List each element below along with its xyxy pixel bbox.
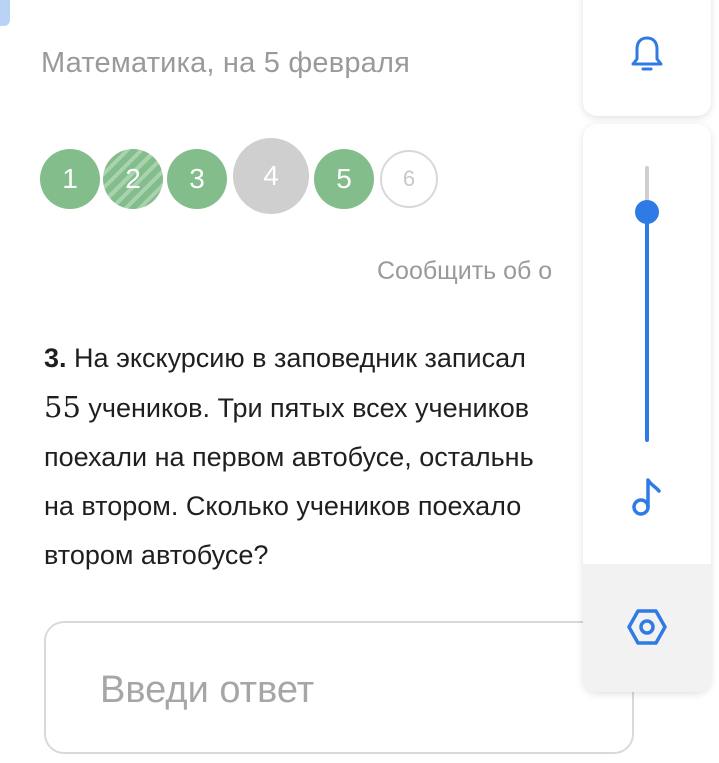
bell-icon[interactable] (630, 35, 664, 71)
settings-button[interactable] (583, 564, 711, 692)
step-5[interactable]: 5 (314, 149, 374, 209)
volume-slider-thumb[interactable] (635, 200, 659, 224)
subject-title: Математика, на 5 февраля (41, 47, 410, 79)
step-1[interactable]: 1 (40, 149, 100, 209)
answer-input[interactable] (98, 663, 582, 717)
question-count: 55 (44, 390, 81, 424)
question-line-1: 3. На экскурсию в заповедник записал (44, 343, 526, 373)
corner-tab (0, 0, 10, 26)
question-line-5: втором автобусе? (44, 540, 269, 570)
question-line-4: на втором. Сколько учеников поехало (44, 491, 522, 521)
step-3[interactable]: 3 (167, 149, 227, 209)
hexagon-settings-icon (627, 609, 667, 645)
step-2[interactable]: 2 (103, 149, 163, 209)
music-note-icon[interactable] (630, 474, 664, 518)
report-error-link[interactable]: Сообщить об о (377, 257, 583, 286)
question-text: 3. На экскурсию в заповедник записал 55 … (44, 334, 583, 580)
question-number: 3. (44, 343, 67, 373)
progress-steps: 1 2 3 4 5 6 (40, 138, 580, 216)
step-6[interactable]: 6 (380, 150, 438, 208)
volume-slider-fill[interactable] (645, 212, 649, 442)
question-line-3: поехали на первом автобусе, остальнь (44, 442, 534, 472)
tools-panel (583, 124, 711, 692)
step-4[interactable]: 4 (233, 138, 309, 214)
notifications-panel[interactable] (583, 0, 711, 116)
question-line-2: 55 учеников. Три пятых всех учеников (44, 390, 530, 424)
answer-box[interactable] (44, 621, 634, 754)
